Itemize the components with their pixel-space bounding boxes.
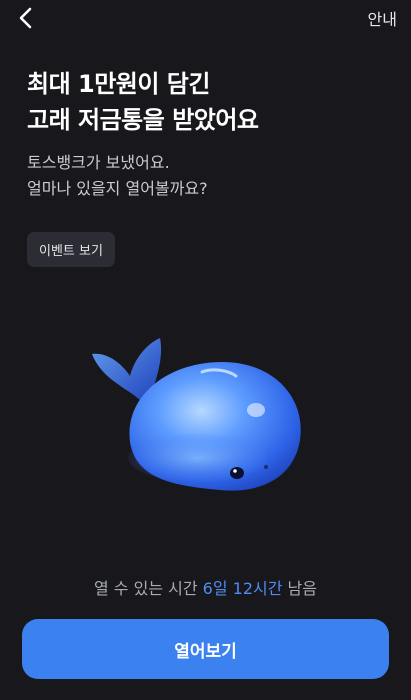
page-title: 최대 1만원이 담긴 고래 저금통을 받았어요 [27, 66, 397, 138]
description-line-2: 얼마나 있을지 열어볼까요? [27, 179, 208, 198]
open-button[interactable]: 열어보기 [22, 619, 389, 679]
remaining-time-value: 6일 12시간 [202, 579, 283, 598]
top-bar: 안내 [0, 0, 411, 34]
page-title-line-2: 고래 저금통을 받았어요 [27, 106, 259, 134]
chevron-left-icon [19, 7, 32, 29]
remaining-time-prefix: 열 수 있는 시간 [93, 579, 198, 598]
event-view-button[interactable]: 이벤트 보기 [27, 232, 115, 267]
remaining-time-text: 열 수 있는 시간 6일 12시간 남음 [0, 575, 411, 599]
description-line-1: 토스뱅크가 보냈어요. [27, 153, 170, 172]
whale-piggy-bank-icon [92, 338, 301, 491]
back-button[interactable] [12, 4, 40, 32]
page-title-line-1: 최대 1만원이 담긴 [27, 70, 210, 98]
info-link[interactable]: 안내 [368, 6, 397, 30]
page-description: 토스뱅크가 보냈어요. 얼마나 있을지 열어볼까요? [27, 150, 397, 202]
remaining-time-suffix: 남음 [287, 579, 317, 598]
